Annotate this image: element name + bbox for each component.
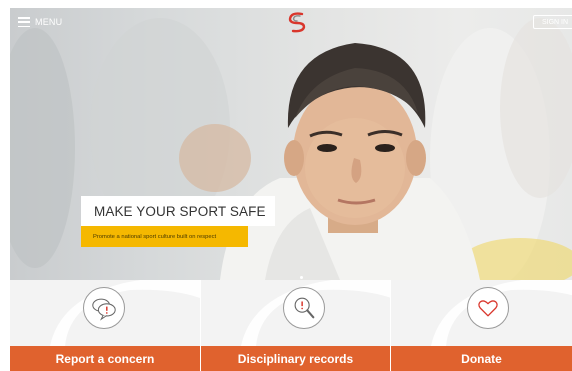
page: MENU SIGN IN MAKE YOUR SPORT SAFE Promot…: [0, 0, 572, 371]
hero-title: MAKE YOUR SPORT SAFE: [81, 196, 275, 226]
menu-button[interactable]: MENU: [18, 15, 62, 29]
sign-in-button[interactable]: SIGN IN: [533, 15, 572, 29]
disciplinary-records-panel[interactable]: [201, 280, 390, 346]
donate-panel[interactable]: [391, 280, 572, 346]
report-concern-button[interactable]: Report a concern: [10, 346, 200, 371]
hamburger-menu-icon: [18, 17, 30, 27]
menu-label: MENU: [35, 17, 63, 27]
speech-bubbles-alert-icon: [83, 287, 125, 329]
top-nav: MENU SIGN IN: [10, 8, 572, 36]
magnifier-alert-icon: [283, 287, 325, 329]
heart-icon: [467, 287, 509, 329]
report-concern-panel[interactable]: [10, 280, 200, 346]
safesport-logo-icon[interactable]: [285, 10, 309, 34]
hero-carousel-dot[interactable]: [300, 276, 303, 279]
disciplinary-records-button[interactable]: Disciplinary records: [201, 346, 390, 371]
hero-subtitle: Promote a national sport culture built o…: [81, 226, 248, 247]
donate-button[interactable]: Donate: [391, 346, 572, 371]
